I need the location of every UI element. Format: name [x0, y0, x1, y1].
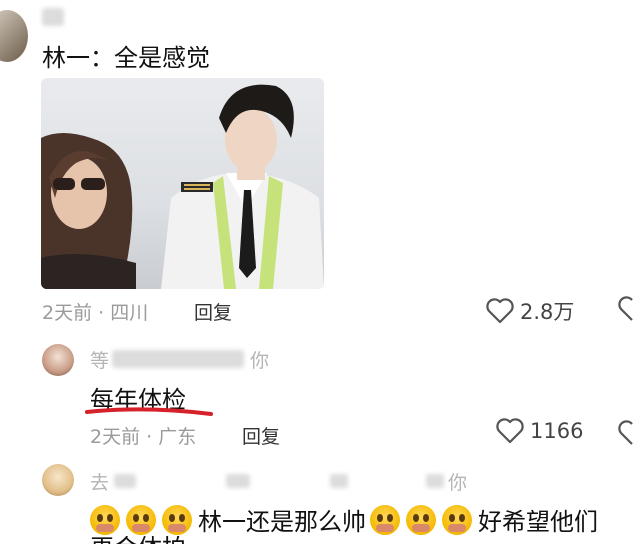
- pleading-face-emoji: [90, 504, 120, 535]
- video-thumbnail[interactable]: [41, 78, 324, 289]
- username-blur: [226, 474, 250, 488]
- username-blur: [330, 474, 348, 488]
- username-blur: [112, 350, 244, 368]
- comment-text-line1: 林一还是那么帅 好希望他们: [90, 502, 598, 537]
- comment-meta: 2天前 · 四川: [42, 302, 149, 324]
- like-button[interactable]: 2.8万: [486, 296, 574, 326]
- username-start[interactable]: 等: [90, 346, 109, 373]
- dislike-icon[interactable]: [618, 420, 638, 446]
- username-blur: [114, 474, 136, 488]
- username-end[interactable]: 你: [250, 346, 269, 373]
- heart-icon: [496, 418, 524, 444]
- like-button[interactable]: 1166: [496, 418, 583, 444]
- comment-text-line2: 再合体拍: [90, 536, 186, 544]
- avatar-comment3[interactable]: [42, 464, 74, 496]
- reply-button[interactable]: 回复: [194, 298, 232, 325]
- pleading-face-emoji: [370, 504, 400, 535]
- avatar-comment1[interactable]: [0, 10, 28, 62]
- like-count: 1166: [530, 419, 584, 443]
- username-start[interactable]: 去: [90, 468, 109, 495]
- pleading-face-emoji: [126, 504, 156, 535]
- reply-button[interactable]: 回复: [242, 422, 280, 449]
- comment-text: 好希望他们: [478, 508, 598, 536]
- comment-text: 林一还是那么帅: [198, 508, 366, 536]
- heart-icon: [486, 298, 514, 324]
- username-comment1[interactable]: [42, 8, 64, 26]
- comment-text: 林一：全是感觉: [42, 44, 210, 72]
- like-count: 2.8万: [520, 300, 575, 324]
- dislike-icon[interactable]: [618, 296, 638, 322]
- pleading-face-emoji: [442, 504, 472, 535]
- avatar-comment2[interactable]: [42, 344, 74, 376]
- thumbnail-scene: [41, 84, 324, 289]
- username-end[interactable]: 你: [448, 468, 467, 495]
- pleading-face-emoji: [406, 504, 436, 535]
- red-underline-annotation: [85, 407, 213, 416]
- comment-meta: 2天前 · 广东: [90, 426, 197, 448]
- username-blur: [426, 474, 444, 488]
- pleading-face-emoji: [162, 504, 192, 535]
